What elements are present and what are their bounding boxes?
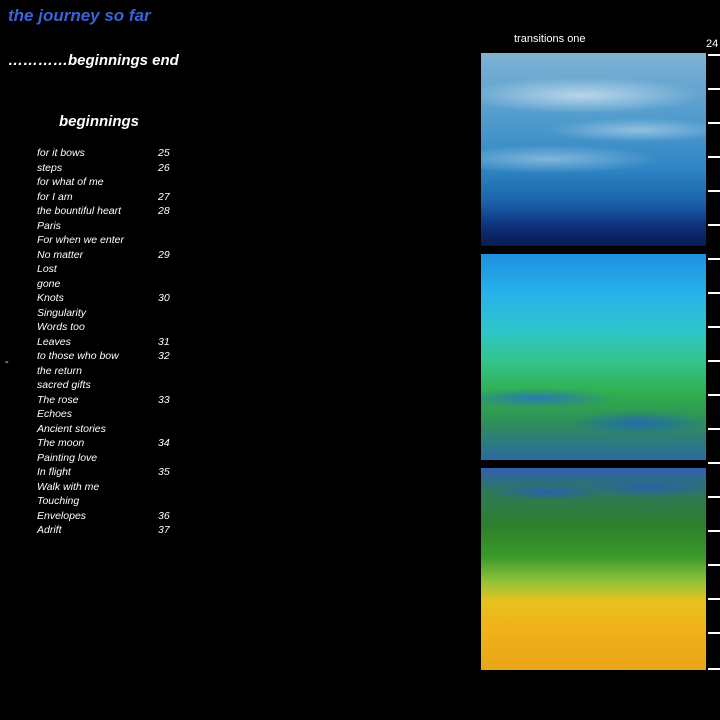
edge-tick — [708, 360, 720, 362]
toc-heading: beginnings — [59, 113, 139, 130]
toc-entry-page: 25 — [158, 147, 170, 159]
edge-tick — [708, 632, 720, 634]
toc-entry: the bountiful heart 28 — [37, 204, 187, 219]
toc-entry-title: Knots — [37, 292, 64, 304]
toc-entry: the return — [37, 364, 187, 379]
toc-entry: to those who bow 32 — [37, 349, 187, 364]
toc-entry: No matter 29 — [37, 248, 187, 263]
toc-entry: sacred gifts — [37, 378, 187, 393]
toc-entry-title: Walk with me — [37, 480, 100, 493]
edge-tick — [708, 122, 720, 124]
toc-entry: Paris — [37, 219, 187, 234]
edge-tick — [708, 190, 720, 192]
toc-entry-title: for I am — [37, 190, 73, 203]
toc-entry: gone — [37, 277, 187, 292]
toc-entry: For when we enter — [37, 233, 187, 248]
toc-entry-title: No matter — [37, 248, 84, 261]
toc-entry-page: 32 — [158, 350, 170, 362]
toc-entry-title: the bountiful heart — [37, 205, 122, 217]
toc-entry-title: Paris — [37, 219, 61, 232]
toc-entry-page: 29 — [158, 248, 170, 261]
toc-entry: Ancient stories — [37, 422, 187, 437]
toc-entry-page: 34 — [158, 437, 170, 449]
edge-tick — [708, 564, 720, 566]
toc-entry: Echoes — [37, 407, 187, 422]
page-edge-ticks — [708, 50, 720, 670]
edge-tick — [708, 156, 720, 158]
toc-entry-title: The rose — [37, 393, 79, 406]
edge-tick — [708, 462, 720, 464]
toc-entry-title: for it bows — [37, 147, 85, 159]
toc-entry: for what of me — [37, 175, 187, 190]
toc-entry-title: Touching — [37, 495, 80, 507]
edge-tick — [708, 258, 720, 260]
toc-entry: Lost — [37, 262, 187, 277]
toc-entry-title: Ancient stories — [37, 422, 106, 435]
toc-entry-page: 27 — [158, 190, 170, 203]
edge-tick — [708, 428, 720, 430]
painting-panel-top-blue — [481, 53, 706, 246]
toc-entry-title: for what of me — [37, 176, 104, 188]
edge-tick — [708, 668, 720, 670]
toc-entry-page: 37 — [158, 524, 170, 536]
page-number: 24 — [706, 38, 719, 50]
edge-tick — [708, 292, 720, 294]
edge-tick — [708, 598, 720, 600]
toc-entry: Singularity — [37, 306, 187, 321]
toc-entry-title: the return — [37, 364, 82, 377]
toc-entry: for I am 27 — [37, 190, 187, 205]
toc-entry-title: gone — [37, 277, 61, 290]
section-end-label: …………beginnings end — [8, 52, 179, 69]
painting-panel-middle-green — [481, 254, 706, 460]
toc-entry-title: sacred gifts — [37, 379, 91, 391]
toc-entry-title: Painting love — [37, 451, 98, 464]
toc-entry-title: Envelopes — [37, 509, 87, 522]
toc-entry-title: Echoes — [37, 408, 73, 420]
painting-panel-bottom-yellow — [481, 468, 706, 670]
edge-tick — [708, 530, 720, 532]
edge-tick — [708, 496, 720, 498]
toc-entry: for it bows 25 — [37, 146, 187, 161]
toc-entry-page: 35 — [158, 466, 170, 478]
toc-entry-page: 33 — [158, 393, 170, 406]
toc-entry-title: Leaves — [37, 335, 71, 348]
toc-entry-page: 28 — [158, 205, 170, 217]
toc-entry: The rose 33 — [37, 393, 187, 408]
toc-entry-page: 30 — [158, 292, 170, 304]
artwork-caption: transitions one — [514, 33, 586, 45]
toc-entry: steps 26 — [37, 161, 187, 176]
toc-entry: The moon 34 — [37, 436, 187, 451]
table-of-contents: for it bows 25 steps 26 for what of me for I … — [37, 146, 187, 538]
edge-tick — [708, 88, 720, 90]
toc-entry: Adrift 37 — [37, 523, 187, 538]
edge-tick — [708, 394, 720, 396]
edge-tick — [708, 54, 720, 56]
toc-entry-page: 31 — [158, 335, 170, 348]
edge-tick — [708, 224, 720, 226]
toc-entry-title: For when we enter — [37, 234, 124, 246]
toc-entry-title: Words too — [37, 321, 85, 333]
toc-entry: Walk with me — [37, 480, 187, 495]
toc-entry-title: Adrift — [37, 524, 62, 536]
toc-entry: Touching — [37, 494, 187, 509]
toc-entry: Knots 30 — [37, 291, 187, 306]
toc-entry: Words too — [37, 320, 187, 335]
toc-entry-title: to those who bow — [37, 350, 119, 362]
toc-entry-page: 36 — [158, 509, 170, 522]
page-title: the journey so far — [8, 6, 151, 25]
toc-entry-page: 26 — [158, 161, 170, 174]
margin-mark: - — [5, 356, 9, 368]
toc-entry: Leaves 31 — [37, 335, 187, 350]
toc-entry-title: steps — [37, 161, 63, 174]
toc-entry-title: The moon — [37, 437, 85, 449]
toc-entry-title: Singularity — [37, 306, 87, 319]
toc-entry: Envelopes 36 — [37, 509, 187, 524]
toc-entry: Painting love — [37, 451, 187, 466]
toc-entry-title: Lost — [37, 263, 57, 275]
edge-tick — [708, 326, 720, 328]
toc-entry-title: In flight — [37, 466, 71, 478]
toc-entry: In flight 35 — [37, 465, 187, 480]
